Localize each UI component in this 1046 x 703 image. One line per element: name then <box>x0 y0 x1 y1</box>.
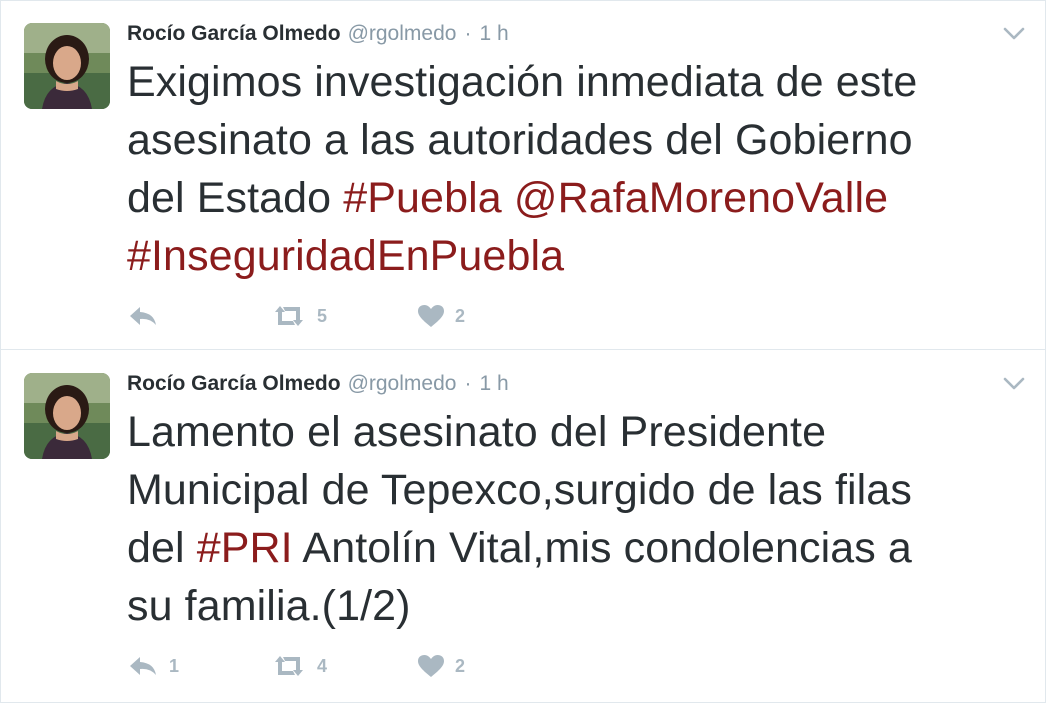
like-count: 2 <box>455 655 466 676</box>
heart-icon <box>417 654 445 678</box>
like-button[interactable]: 2 <box>417 649 465 683</box>
tweet-text-line: del Estado #Puebla @RafaMorenoValle <box>127 169 1027 227</box>
retweet-count: 5 <box>317 305 328 326</box>
reply-button[interactable]: 1 <box>127 649 179 683</box>
reply-button[interactable] <box>127 299 169 333</box>
timestamp[interactable]: 1 h <box>479 372 508 396</box>
heart-icon <box>417 304 445 328</box>
hashtag-link[interactable]: #InseguridadEnPuebla <box>127 232 564 280</box>
separator: · <box>464 372 472 395</box>
tweet-text-segment: Municipal de Tepexco,surgido de las fila… <box>127 466 912 514</box>
separator: · <box>464 22 472 45</box>
tweet-text-line: Municipal de Tepexco,surgido de las fila… <box>127 461 1027 519</box>
tweet-text-segment: Exigimos investigación inmediata de este <box>127 58 918 106</box>
retweet-button[interactable]: 5 <box>271 299 327 333</box>
reply-icon <box>127 304 159 328</box>
tweet-text: Exigimos investigación inmediata de este… <box>127 53 1027 285</box>
tweet-text-line: Lamento el asesinato del Presidente <box>127 403 1027 461</box>
tweet-text-line: su familia.(1/2) <box>127 577 1027 635</box>
tweet[interactable]: Rocío García Olmedo @rgolmedo · 1 h Lame… <box>1 351 1045 700</box>
tweet-text-segment: Lamento el asesinato del Presidente <box>127 408 827 456</box>
timeline: Rocío García Olmedo @rgolmedo · 1 h Exig… <box>0 0 1046 703</box>
mention-link[interactable]: @RafaMorenoValle <box>514 174 888 222</box>
tweet-text-segment: su familia.(1/2) <box>127 582 411 630</box>
tweet-header: Rocío García Olmedo @rgolmedo · 1 h <box>127 372 509 400</box>
reply-icon <box>127 654 159 678</box>
tweet[interactable]: Rocío García Olmedo @rgolmedo · 1 h Exig… <box>1 1 1045 350</box>
tweet-text-segment: asesinato a las autoridades del Gobierno <box>127 116 913 164</box>
author-fullname[interactable]: Rocío García Olmedo <box>127 22 341 46</box>
hashtag-link[interactable]: #Puebla <box>343 174 502 222</box>
tweet-text-line: #InseguridadEnPuebla <box>127 227 1027 285</box>
tweet-text-line: asesinato a las autoridades del Gobierno <box>127 111 1027 169</box>
avatar[interactable] <box>24 23 110 109</box>
like-count: 2 <box>455 305 466 326</box>
tweet-text: Lamento el asesinato del Presidente Munic… <box>127 403 1027 635</box>
tweet-actions: 1 4 2 <box>127 649 527 683</box>
tweet-actions: 5 2 <box>127 299 527 333</box>
timestamp[interactable]: 1 h <box>479 22 508 46</box>
tweet-text-line: Exigimos investigación inmediata de este <box>127 53 1027 111</box>
tweet-text-segment: Antolín Vital,mis condolencias a <box>292 524 912 572</box>
tweet-text-segment: del <box>127 524 197 572</box>
reply-count: 1 <box>169 655 180 676</box>
chevron-down-icon[interactable] <box>1003 377 1025 391</box>
retweet-icon <box>271 654 307 678</box>
retweet-icon <box>271 304 307 328</box>
retweet-count: 4 <box>317 655 328 676</box>
like-button[interactable]: 2 <box>417 299 465 333</box>
hashtag-link[interactable]: #PRI <box>197 524 293 572</box>
tweet-text-segment <box>502 174 514 222</box>
author-fullname[interactable]: Rocío García Olmedo <box>127 372 341 396</box>
tweet-header: Rocío García Olmedo @rgolmedo · 1 h <box>127 22 509 50</box>
tweet-text-segment: del Estado <box>127 174 344 222</box>
chevron-down-icon[interactable] <box>1003 27 1025 41</box>
author-username[interactable]: @rgolmedo <box>348 22 457 46</box>
retweet-button[interactable]: 4 <box>271 649 327 683</box>
tweet-text-line: del #PRI Antolín Vital,mis condolencias … <box>127 519 1027 577</box>
author-username[interactable]: @rgolmedo <box>348 372 457 396</box>
avatar[interactable] <box>24 373 110 459</box>
